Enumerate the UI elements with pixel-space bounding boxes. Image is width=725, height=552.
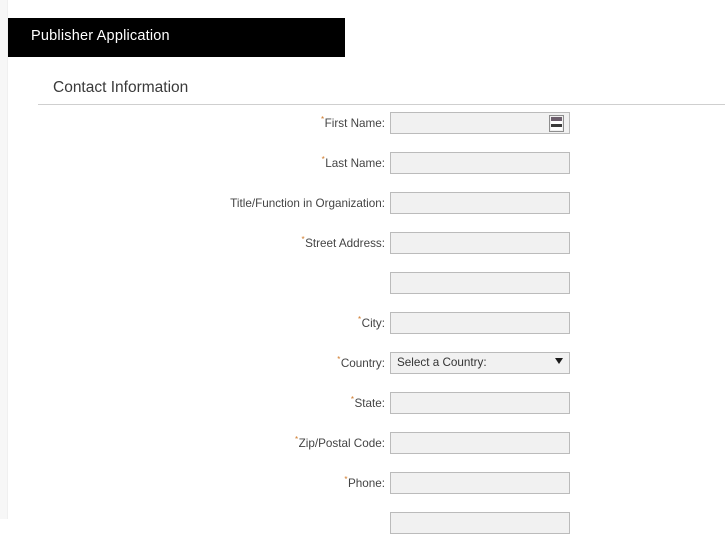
- form-row: *Zip/Postal Code:: [0, 432, 725, 472]
- form-row: Title/Function in Organization:: [0, 192, 725, 232]
- form-row: *Phone:: [0, 472, 725, 512]
- field-label-text: Last Name:: [325, 157, 385, 170]
- field-label-text: Country:: [340, 357, 385, 370]
- field-input[interactable]: [390, 512, 570, 534]
- field-label: *Country:: [337, 356, 385, 370]
- field-label: *State:: [351, 396, 385, 410]
- publisher-application-page: Publisher Application Contact Informatio…: [0, 0, 725, 534]
- contact-information-form: *First Name: *Last Name: Title/Function in…: [0, 112, 725, 552]
- field-label: *Street Address:: [301, 236, 385, 250]
- field-input[interactable]: [390, 152, 570, 174]
- form-row: *State:: [0, 392, 725, 432]
- field-input[interactable]: [390, 192, 570, 214]
- field-label: Title/Function in Organization:: [230, 197, 385, 210]
- form-row: [0, 512, 725, 552]
- field-label: *Zip/Postal Code:: [295, 436, 385, 450]
- form-row: *City:: [0, 312, 725, 352]
- field-label: *Last Name:: [322, 156, 385, 170]
- field-input[interactable]: [390, 472, 570, 494]
- country-select-value[interactable]: Select a Country:: [390, 352, 570, 374]
- field-label: *Phone:: [344, 476, 385, 490]
- autofill-icon[interactable]: [549, 115, 564, 132]
- field-label-text: First Name:: [324, 117, 385, 130]
- field-input[interactable]: [390, 232, 570, 254]
- autofill-glyph: [551, 117, 562, 130]
- field-input[interactable]: [390, 272, 570, 294]
- app-title-bar: Publisher Application: [8, 18, 345, 57]
- field-label-text: Street Address:: [305, 237, 385, 250]
- field-label-text: Zip/Postal Code:: [298, 437, 385, 450]
- chevron-down-icon[interactable]: [555, 358, 563, 364]
- field-label-text: City:: [361, 317, 385, 330]
- form-row: *First Name:: [0, 112, 725, 152]
- field-label: *First Name:: [321, 116, 385, 130]
- field-input[interactable]: [390, 392, 570, 414]
- section-heading-contact-information: Contact Information: [53, 79, 189, 96]
- section-divider: [38, 104, 725, 105]
- form-row: [0, 272, 725, 312]
- country-select[interactable]: Select a Country:: [390, 352, 570, 374]
- field-label-text: State:: [354, 397, 385, 410]
- form-row: *Last Name:: [0, 152, 725, 192]
- field-input[interactable]: [390, 312, 570, 334]
- field-label-text: Title/Function in Organization:: [230, 197, 385, 210]
- field-label: *City:: [358, 316, 385, 330]
- field-input[interactable]: [390, 112, 570, 134]
- field-input[interactable]: [390, 432, 570, 454]
- app-title: Publisher Application: [31, 28, 170, 44]
- form-row: *Street Address:: [0, 232, 725, 272]
- field-label-text: Phone:: [347, 477, 385, 490]
- form-row: *Country: Select a Country:: [0, 352, 725, 392]
